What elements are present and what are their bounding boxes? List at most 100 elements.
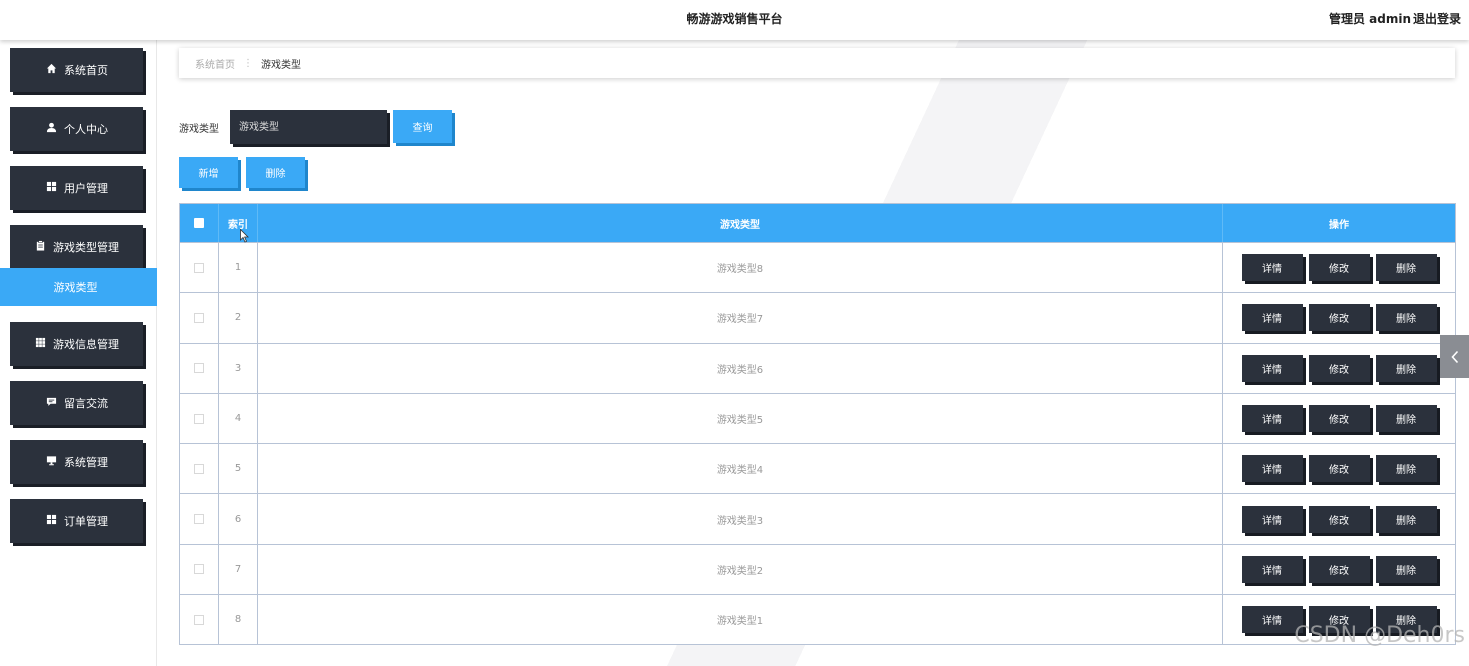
table-row: 4 游戏类型5 详情 修改 删除 [180,392,1455,444]
detail-button[interactable]: 详情 [1241,254,1303,282]
row-index: 3 [219,343,258,393]
row-game-type: 游戏类型2 [258,544,1223,595]
home-icon [45,63,57,77]
sidebar-item-system-management[interactable]: 系统管理 [10,440,143,484]
sidebar-item-users[interactable]: 用户管理 [10,166,143,210]
row-index: 5 [219,444,258,494]
header-game-type: 游戏类型 [258,204,1223,242]
monitor-icon [45,455,57,469]
row-delete-button[interactable]: 删除 [1375,505,1437,533]
edit-button[interactable]: 修改 [1308,405,1370,433]
row-checkbox[interactable] [194,463,204,474]
header-select-all-cell [180,204,219,242]
detail-button[interactable]: 详情 [1241,455,1303,483]
sidebar-item-label: 用户管理 [64,182,108,195]
sidebar-item-messages[interactable]: 留言交流 [10,381,143,425]
detail-button[interactable]: 详情 [1241,555,1303,583]
row-delete-button[interactable]: 删除 [1375,555,1437,583]
row-game-type: 游戏类型1 [258,595,1223,645]
delete-button[interactable]: 删除 [246,157,305,188]
table-icon [34,337,46,351]
app-title: 畅游游戏销售平台 [686,12,783,26]
logout-link[interactable]: 退出登录 [1413,10,1461,27]
row-game-type: 游戏类型4 [258,444,1223,494]
sidebar-item-label: 游戏信息管理 [53,338,119,351]
query-button[interactable]: 查询 [393,110,452,143]
sidebar-item-label: 个人中心 [64,123,108,136]
row-checkbox[interactable] [194,413,204,424]
edit-button[interactable]: 修改 [1308,455,1370,483]
sidebar-item-profile[interactable]: 个人中心 [10,107,143,151]
row-game-type: 游戏类型7 [258,293,1223,343]
mouse-cursor-icon [240,229,249,243]
sidebar-item-label: 游戏类型管理 [53,241,119,254]
top-header: 畅游游戏销售平台 管理员 admin 退出登录 [0,0,1469,40]
row-index: 1 [219,243,258,293]
edit-button[interactable]: 修改 [1308,254,1370,282]
collapse-panel-tab[interactable] [1440,335,1469,378]
detail-button[interactable]: 详情 [1241,354,1303,382]
add-button[interactable]: 新增 [179,157,238,188]
row-game-type: 游戏类型8 [258,243,1223,293]
search-input[interactable] [230,110,387,144]
breadcrumb-home[interactable]: 系统首页 [195,56,235,71]
grid-icon [45,181,57,195]
table-row: 1 游戏类型8 详情 修改 删除 [180,242,1455,293]
sidebar: 系统首页 个人中心 用户管理 游戏类型管理 游戏类型 游戏信息管理 留言交流 系… [0,40,157,666]
row-checkbox[interactable] [194,564,204,575]
row-game-type: 游戏类型3 [258,494,1223,544]
breadcrumb: 系统首页 ⋮ 游戏类型 [179,48,1455,78]
row-index: 2 [219,293,258,343]
detail-button[interactable]: 详情 [1241,505,1303,533]
edit-button[interactable]: 修改 [1308,555,1370,583]
sidebar-item-orders[interactable]: 订单管理 [10,499,143,543]
sidebar-item-home[interactable]: 系统首页 [10,48,143,92]
sidebar-item-label: 系统首页 [64,64,108,77]
user-icon [45,122,57,136]
row-index: 4 [219,393,258,444]
edit-button[interactable]: 修改 [1308,304,1370,332]
clipboard-icon [34,240,46,254]
comment-icon [45,396,57,410]
header-actions: 操作 [1329,219,1349,231]
table-row: 7 游戏类型2 详情 修改 删除 [180,543,1455,595]
table-header: 索引 游戏类型 操作 [180,204,1455,242]
row-checkbox[interactable] [194,262,204,273]
sidebar-item-game-info-management[interactable]: 游戏信息管理 [10,322,143,366]
row-game-type: 游戏类型5 [258,393,1223,444]
row-checkbox[interactable] [194,614,204,625]
row-checkbox[interactable] [194,514,204,525]
current-user-label: 管理员 admin [1328,12,1411,26]
header-index: 索引 [219,204,258,242]
game-type-table: 索引 游戏类型 操作 1 游戏类型8 详情 修改 删除 2 游戏类型7 详情 修… [179,203,1456,646]
row-index: 6 [219,494,258,544]
row-checkbox[interactable] [194,312,204,323]
row-index: 8 [219,595,258,645]
table-row: 3 游戏类型6 详情 修改 删除 [180,342,1455,393]
row-delete-button[interactable]: 删除 [1375,254,1437,282]
table-row: 5 游戏类型4 详情 修改 删除 [180,443,1455,494]
detail-button[interactable]: 详情 [1241,405,1303,433]
row-delete-button[interactable]: 删除 [1375,405,1437,433]
grid-icon [45,514,57,528]
sidebar-item-label: 系统管理 [64,456,108,469]
table-row: 8 游戏类型1 详情 修改 删除 [180,594,1455,645]
edit-button[interactable]: 修改 [1308,505,1370,533]
row-delete-button[interactable]: 删除 [1375,304,1437,332]
main-content: 系统首页 ⋮ 游戏类型 游戏类型 查询 新增 删除 索引 游戏类型 操作 1 游… [157,40,1469,666]
row-delete-button[interactable]: 删除 [1375,455,1437,483]
detail-button[interactable]: 详情 [1241,304,1303,332]
search-label: 游戏类型 [179,124,219,135]
sidebar-subitem-game-type[interactable]: 游戏类型 [0,268,157,306]
row-delete-button[interactable]: 删除 [1375,354,1437,382]
table-row: 2 游戏类型7 详情 修改 删除 [180,292,1455,343]
sidebar-item-game-type-management[interactable]: 游戏类型管理 [10,225,143,269]
row-index: 7 [219,544,258,595]
chevron-left-icon [1450,350,1458,363]
row-checkbox[interactable] [194,363,204,374]
detail-button[interactable]: 详情 [1241,606,1303,634]
select-all-checkbox[interactable] [194,218,204,228]
breadcrumb-current: 游戏类型 [261,59,301,71]
sidebar-item-label: 订单管理 [64,515,108,528]
edit-button[interactable]: 修改 [1308,354,1370,382]
